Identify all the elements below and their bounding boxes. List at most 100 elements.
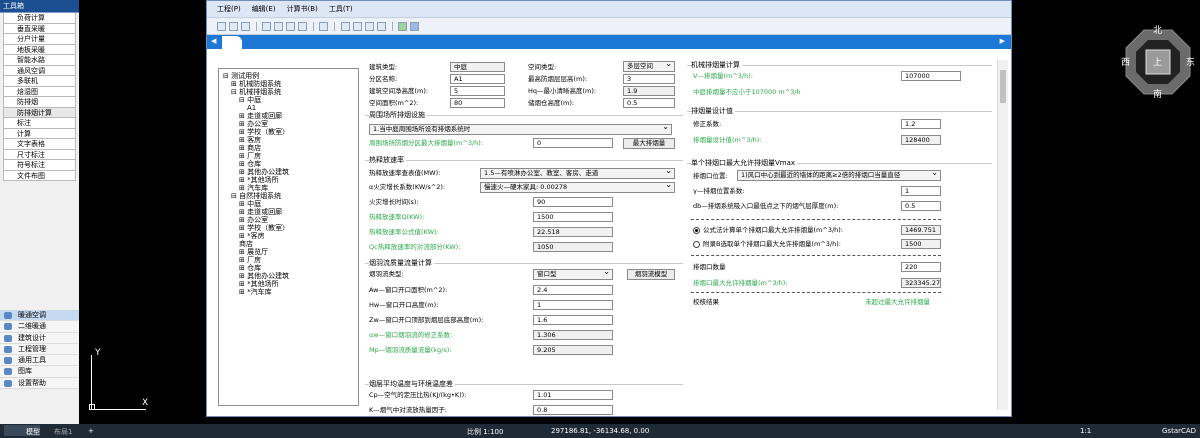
tree-node[interactable]: ⊞ *其他场所 [239, 176, 279, 184]
aw-field[interactable]: 2.4 [533, 285, 613, 295]
tree-node[interactable]: ⊞ 仓库 [239, 160, 261, 168]
toolbox-category[interactable]: 工程管理 [0, 343, 79, 356]
max-floor-height-field[interactable]: 3 [623, 74, 675, 84]
toolbox-category[interactable]: 暖通空调 [0, 310, 79, 322]
tree-node[interactable]: ⊞ *汽车库 [239, 288, 272, 296]
tree-node[interactable]: ⊞ 中庭 [239, 200, 261, 208]
tree-node[interactable]: A1 [247, 104, 256, 112]
toolbox-command[interactable]: 文字表格 [3, 139, 76, 150]
toolbox-category[interactable]: 二维暖通 [0, 321, 79, 333]
tree-node[interactable]: ⊞ 学校（教室） [239, 128, 289, 136]
correction-field[interactable]: 1.2 [901, 119, 941, 129]
plume-type-select[interactable]: 窗口型 [533, 269, 613, 280]
toolbox-command[interactable]: 通风空调 [3, 65, 76, 76]
toolbox-command[interactable]: 符号标注 [3, 160, 76, 171]
area-field[interactable]: 80 [450, 98, 505, 108]
formula-radio[interactable] [693, 227, 700, 234]
toolbox-command[interactable]: 地板采暖 [3, 44, 76, 55]
max-exhaust-button[interactable]: 最大排烟量 [623, 138, 675, 149]
tree-node[interactable]: ⊟ 中庭 [239, 96, 261, 104]
count-field[interactable]: 220 [901, 262, 941, 272]
compass-west[interactable]: 西 [1121, 55, 1130, 68]
tree-node[interactable]: ⊞ 走道或回廊 [239, 208, 282, 216]
copy-icon[interactable] [262, 22, 272, 31]
toolbox-command[interactable]: 计算 [3, 128, 76, 139]
expand-icon[interactable]: ⊞ [239, 256, 247, 264]
zw-field[interactable]: 1.6 [533, 315, 613, 325]
toolbox-category[interactable]: 通用工具 [0, 355, 79, 367]
tree-node[interactable]: ⊞ 办公室 [239, 216, 268, 224]
tree-node[interactable]: ⊞ *其他场所 [239, 280, 279, 288]
building-type-field[interactable]: 中庭 [450, 62, 505, 72]
tree-node[interactable]: ⊞ 办公室 [239, 120, 268, 128]
document-tab[interactable] [222, 36, 242, 49]
tree-root[interactable]: ⊟ 测试用例 [223, 72, 259, 80]
tree-node[interactable]: ⊞ 汽车库 [239, 184, 268, 192]
expand-icon[interactable]: ⊞ [239, 224, 247, 232]
menu-item[interactable]: 工程(P) [217, 1, 241, 18]
tree-node[interactable]: ⊞ 客房 [239, 136, 261, 144]
formula-radio-label[interactable]: 公式法计算单个排烟口最大允许排烟量(m^3/h): [703, 226, 843, 235]
view-cube[interactable]: 北 南 东 西 上 [1120, 24, 1196, 100]
db-field[interactable]: 0.5 [901, 201, 941, 211]
scale-display[interactable]: 比例 1:100 [467, 427, 503, 437]
expand-icon[interactable]: ⊞ [239, 160, 247, 168]
tree-node[interactable]: ⊟ 机械排烟系统 [231, 88, 281, 96]
toolbox-category[interactable]: 设置帮助 [0, 377, 79, 390]
expand-icon[interactable]: ⊞ [239, 232, 247, 240]
net-height-field[interactable]: 5 [450, 86, 505, 96]
toolbox-command[interactable]: 垂直采暖 [3, 23, 76, 34]
expand-icon[interactable]: ⊞ [239, 136, 247, 144]
report-icon[interactable] [352, 22, 362, 31]
layout-tab[interactable]: 布局1 [54, 427, 72, 437]
zone-name-field[interactable]: A1 [450, 74, 505, 84]
tree-node[interactable]: ⊞ 学校（教室） [239, 224, 289, 232]
tree-node[interactable]: ⊞ 厂房 [239, 152, 261, 160]
toolbox-command[interactable]: 文件布图 [3, 170, 76, 181]
compass-south[interactable]: 南 [1153, 87, 1162, 100]
cut-icon[interactable] [274, 22, 284, 31]
open-file-icon[interactable] [229, 22, 238, 31]
toolbox-command[interactable]: 标注 [3, 118, 76, 129]
font-icon[interactable] [340, 22, 350, 31]
compass-north[interactable]: 北 [1153, 23, 1162, 36]
tree-node[interactable]: 商店 [239, 240, 253, 248]
expand-icon[interactable]: ⊞ [239, 248, 247, 256]
table-icon[interactable] [364, 22, 374, 31]
compass-top-face[interactable]: 上 [1153, 55, 1162, 68]
toolbox-command[interactable]: 尺寸标注 [3, 149, 76, 160]
new-file-icon[interactable] [217, 22, 226, 31]
expand-icon[interactable]: ⊞ [239, 208, 247, 216]
menu-item[interactable]: 编辑(E) [252, 1, 276, 18]
storage-height-field[interactable]: 0.5 [623, 98, 675, 108]
expand-icon[interactable]: ⊞ [239, 288, 247, 296]
paste-icon[interactable] [286, 22, 296, 31]
calculate-icon[interactable] [319, 22, 329, 31]
toolbox-command[interactable]: 焓湿图 [3, 86, 76, 97]
plume-model-button[interactable]: 烟羽流模型 [627, 269, 675, 280]
tree-node[interactable]: ⊞ 其他办公建筑 [239, 272, 289, 280]
toolbox-category[interactable]: 建筑设计 [0, 332, 79, 344]
expand-icon[interactable]: ⊞ [239, 152, 247, 160]
fire-time-field[interactable]: 90 [533, 197, 613, 207]
toolbox-command[interactable]: 防排烟计算 [3, 107, 76, 118]
toolbox-command[interactable]: 智能水路 [3, 55, 76, 66]
tree-node[interactable]: ⊟ 自然排烟系统 [231, 192, 281, 200]
vertical-scrollbar[interactable] [997, 60, 1008, 410]
heat-rate-field[interactable]: 1500 [533, 212, 613, 222]
expand-icon[interactable]: ⊞ [239, 112, 247, 120]
expand-icon[interactable]: ⊞ [239, 128, 247, 136]
heat-table-select[interactable]: 1.5—有喷淋办公室、教室、客房、走道 [480, 168, 675, 179]
collapse-icon[interactable]: ⊟ [231, 192, 239, 200]
alpha-select[interactable]: 慢速火—硬木家具: 0.00278 [480, 182, 675, 193]
hw-field[interactable]: 1 [533, 300, 613, 310]
excel-export-icon[interactable] [397, 22, 407, 31]
word-export-icon[interactable] [409, 22, 419, 31]
expand-icon[interactable]: ⊞ [239, 184, 247, 192]
toolbox-category[interactable]: 图库 [0, 366, 79, 378]
expand-icon[interactable]: ⊞ [239, 200, 247, 208]
space-type-select[interactable]: 多层空间 [623, 61, 675, 72]
expand-icon[interactable]: ⊞ [239, 280, 247, 288]
expand-icon[interactable]: ⊞ [239, 272, 247, 280]
expand-icon[interactable]: ⊞ [231, 80, 239, 88]
